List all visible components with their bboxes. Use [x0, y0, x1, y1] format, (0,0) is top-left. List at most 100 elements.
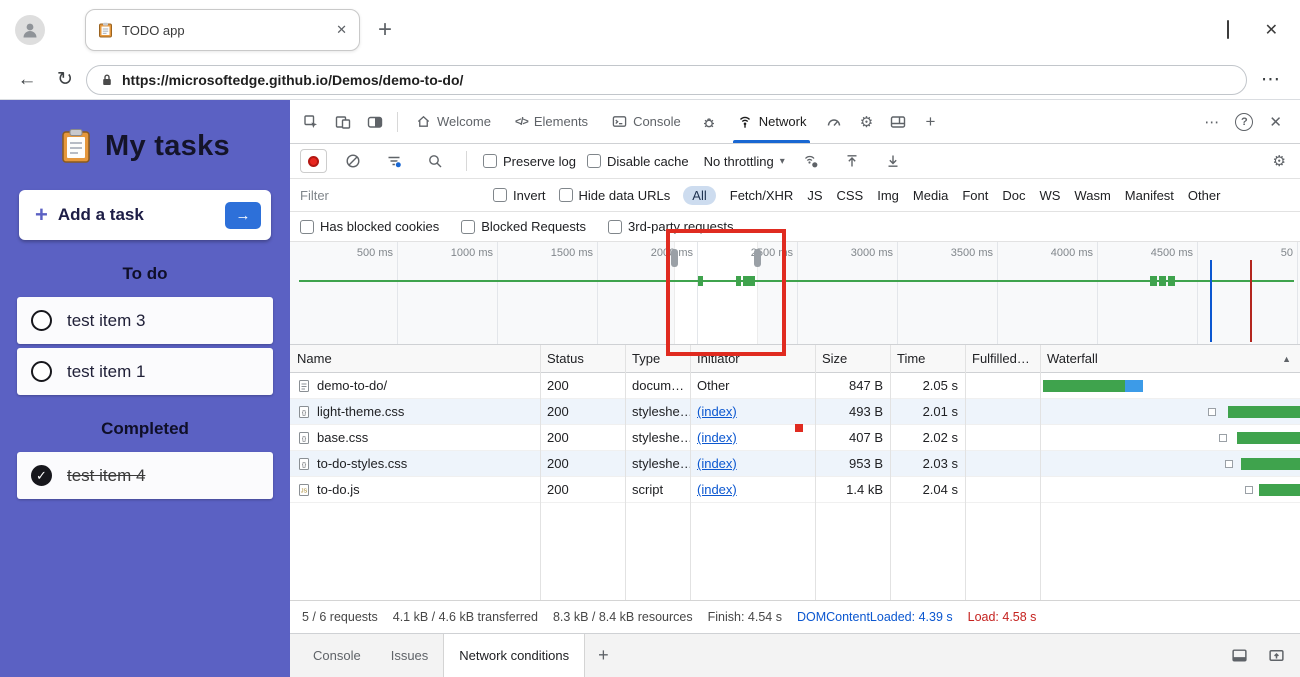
filter-pill-doc[interactable]: Doc — [1002, 188, 1025, 203]
todo-item[interactable]: test item 3 — [17, 297, 273, 344]
preserve-log-checkbox[interactable]: Preserve log — [483, 154, 576, 169]
filter-pill-ws[interactable]: WS — [1039, 188, 1060, 203]
window-close-button[interactable]: ✕ — [1265, 20, 1278, 40]
filter-checkbox-blocked-requests[interactable]: Blocked Requests — [461, 219, 586, 234]
network-request-row[interactable]: {}to-do-styles.css200styleshe…(index)953… — [290, 451, 1300, 477]
network-conditions-icon[interactable] — [796, 146, 826, 176]
filter-funnel-icon[interactable] — [379, 146, 409, 176]
device-toolbar-icon[interactable] — [328, 107, 358, 137]
task-checked-icon[interactable]: ✓ — [31, 465, 52, 486]
layout-panel-icon[interactable] — [883, 107, 913, 137]
filter-pill-wasm[interactable]: Wasm — [1074, 188, 1110, 203]
filter-pill-css[interactable]: CSS — [837, 188, 864, 203]
column-header-initiator[interactable]: Initiator — [690, 351, 815, 366]
tab-console[interactable]: Console — [601, 100, 692, 143]
filter-pill-all[interactable]: All — [683, 186, 715, 205]
profile-avatar[interactable] — [15, 15, 45, 45]
add-panel-button[interactable]: + — [915, 107, 945, 137]
network-request-row[interactable]: demo-to-do/200docum…Other847 B2.05 s — [290, 373, 1300, 399]
disable-cache-checkbox[interactable]: Disable cache — [587, 154, 689, 169]
search-icon[interactable] — [420, 146, 450, 176]
focus-mode-icon[interactable] — [360, 107, 390, 137]
devtools-menu-icon[interactable]: ⋯ — [1204, 113, 1219, 131]
column-header-fulfilled[interactable]: Fulfilled… — [965, 351, 1040, 366]
filter-pill-font[interactable]: Font — [962, 188, 988, 203]
tab-welcome[interactable]: Welcome — [405, 100, 502, 143]
drawer-tab-issues[interactable]: Issues — [376, 634, 444, 677]
new-tab-button[interactable]: + — [378, 16, 392, 44]
todo-item[interactable]: ✓test item 4 — [17, 452, 273, 499]
address-bar[interactable]: https://microsoftedge.github.io/Demos/de… — [86, 65, 1247, 95]
checkbox-icon[interactable] — [300, 220, 314, 234]
clear-icon[interactable] — [338, 146, 368, 176]
request-initiator[interactable]: (index) — [690, 477, 815, 502]
request-name[interactable]: to-do.js — [317, 482, 360, 497]
filter-input[interactable] — [300, 188, 480, 203]
tab-close-icon[interactable]: ✕ — [336, 22, 347, 38]
selection-handle-left[interactable] — [671, 249, 678, 267]
add-task-card[interactable]: + Add a task → — [19, 190, 271, 240]
request-initiator[interactable]: (index) — [690, 425, 815, 450]
task-unchecked-icon[interactable] — [31, 361, 52, 382]
request-name[interactable]: base.css — [317, 430, 368, 445]
record-button[interactable] — [300, 149, 327, 173]
dock-panel-icon[interactable] — [1231, 647, 1248, 664]
checkbox-icon[interactable] — [587, 154, 601, 168]
tab-network[interactable]: Network — [726, 100, 818, 143]
request-name[interactable]: to-do-styles.css — [317, 456, 407, 471]
invert-checkbox[interactable]: Invert — [493, 188, 546, 203]
task-unchecked-icon[interactable] — [31, 310, 52, 331]
browser-menu-icon[interactable]: ⋯ — [1261, 68, 1280, 91]
reload-button[interactable]: ↻ — [48, 68, 82, 91]
throttling-dropdown[interactable]: No throttling ▾ — [704, 154, 785, 169]
request-name[interactable]: demo-to-do/ — [317, 378, 387, 393]
browser-tab[interactable]: TODO app ✕ — [85, 9, 360, 51]
checkbox-icon[interactable] — [608, 220, 622, 234]
drawer-add-tab-button[interactable]: + — [585, 645, 622, 666]
inspect-icon[interactable] — [296, 107, 326, 137]
filter-pill-js[interactable]: JS — [807, 188, 822, 203]
network-request-row[interactable]: {}light-theme.css200styleshe…(index)493 … — [290, 399, 1300, 425]
performance-gauge-icon[interactable] — [819, 107, 849, 137]
filter-checkbox-has-blocked-cookies[interactable]: Has blocked cookies — [300, 219, 439, 234]
column-header-name[interactable]: Name — [290, 351, 540, 366]
column-header-type[interactable]: Type — [625, 351, 690, 366]
drawer-tab-network-conditions[interactable]: Network conditions — [443, 634, 585, 677]
settings-gear-icon[interactable]: ⚙ — [1273, 152, 1290, 170]
back-button[interactable]: ← — [10, 69, 44, 91]
bug-icon[interactable] — [694, 107, 724, 137]
column-header-time[interactable]: Time — [890, 351, 965, 366]
selection-handle-right[interactable] — [754, 249, 761, 267]
filter-pill-img[interactable]: Img — [877, 188, 899, 203]
network-request-row[interactable]: JSto-do.js200script(index)1.4 kB2.04 s — [290, 477, 1300, 503]
column-header-status[interactable]: Status — [540, 351, 625, 366]
hide-data-urls-checkbox[interactable]: Hide data URLs — [559, 188, 671, 203]
filter-pill-other[interactable]: Other — [1188, 188, 1221, 203]
request-name[interactable]: light-theme.css — [317, 404, 404, 419]
filter-checkbox-3rd-party-requests[interactable]: 3rd-party requests — [608, 219, 734, 234]
export-har-icon[interactable] — [878, 146, 908, 176]
tab-elements[interactable]: </> Elements — [504, 100, 599, 143]
import-har-icon[interactable] — [837, 146, 867, 176]
network-overview-timeline[interactable]: 500 ms1000 ms1500 ms2000 ms2500 ms3000 m… — [290, 242, 1300, 345]
filter-pill-manifest[interactable]: Manifest — [1125, 188, 1174, 203]
drawer-tab-console[interactable]: Console — [298, 634, 376, 677]
checkbox-icon[interactable] — [483, 154, 497, 168]
column-header-waterfall[interactable]: Waterfall ▲ — [1040, 351, 1300, 366]
network-request-row[interactable]: {}base.css200styleshe…(index)407 B2.02 s — [290, 425, 1300, 451]
request-initiator[interactable]: (index) — [690, 399, 815, 424]
submit-task-button[interactable]: → — [225, 202, 261, 229]
devtools-close-icon[interactable]: ✕ — [1269, 113, 1282, 131]
column-header-size[interactable]: Size — [815, 351, 890, 366]
checkbox-icon[interactable] — [493, 188, 507, 202]
window-maximize-button[interactable] — [1227, 21, 1229, 39]
filter-pill-media[interactable]: Media — [913, 188, 948, 203]
application-gear-icon[interactable]: ⚙ — [851, 107, 881, 137]
todo-item[interactable]: test item 1 — [17, 348, 273, 395]
expand-panel-icon[interactable] — [1268, 647, 1285, 664]
filter-pill-fetch-xhr[interactable]: Fetch/XHR — [730, 188, 794, 203]
checkbox-icon[interactable] — [461, 220, 475, 234]
request-initiator[interactable]: (index) — [690, 451, 815, 476]
help-icon[interactable]: ? — [1235, 113, 1253, 131]
checkbox-icon[interactable] — [559, 188, 573, 202]
